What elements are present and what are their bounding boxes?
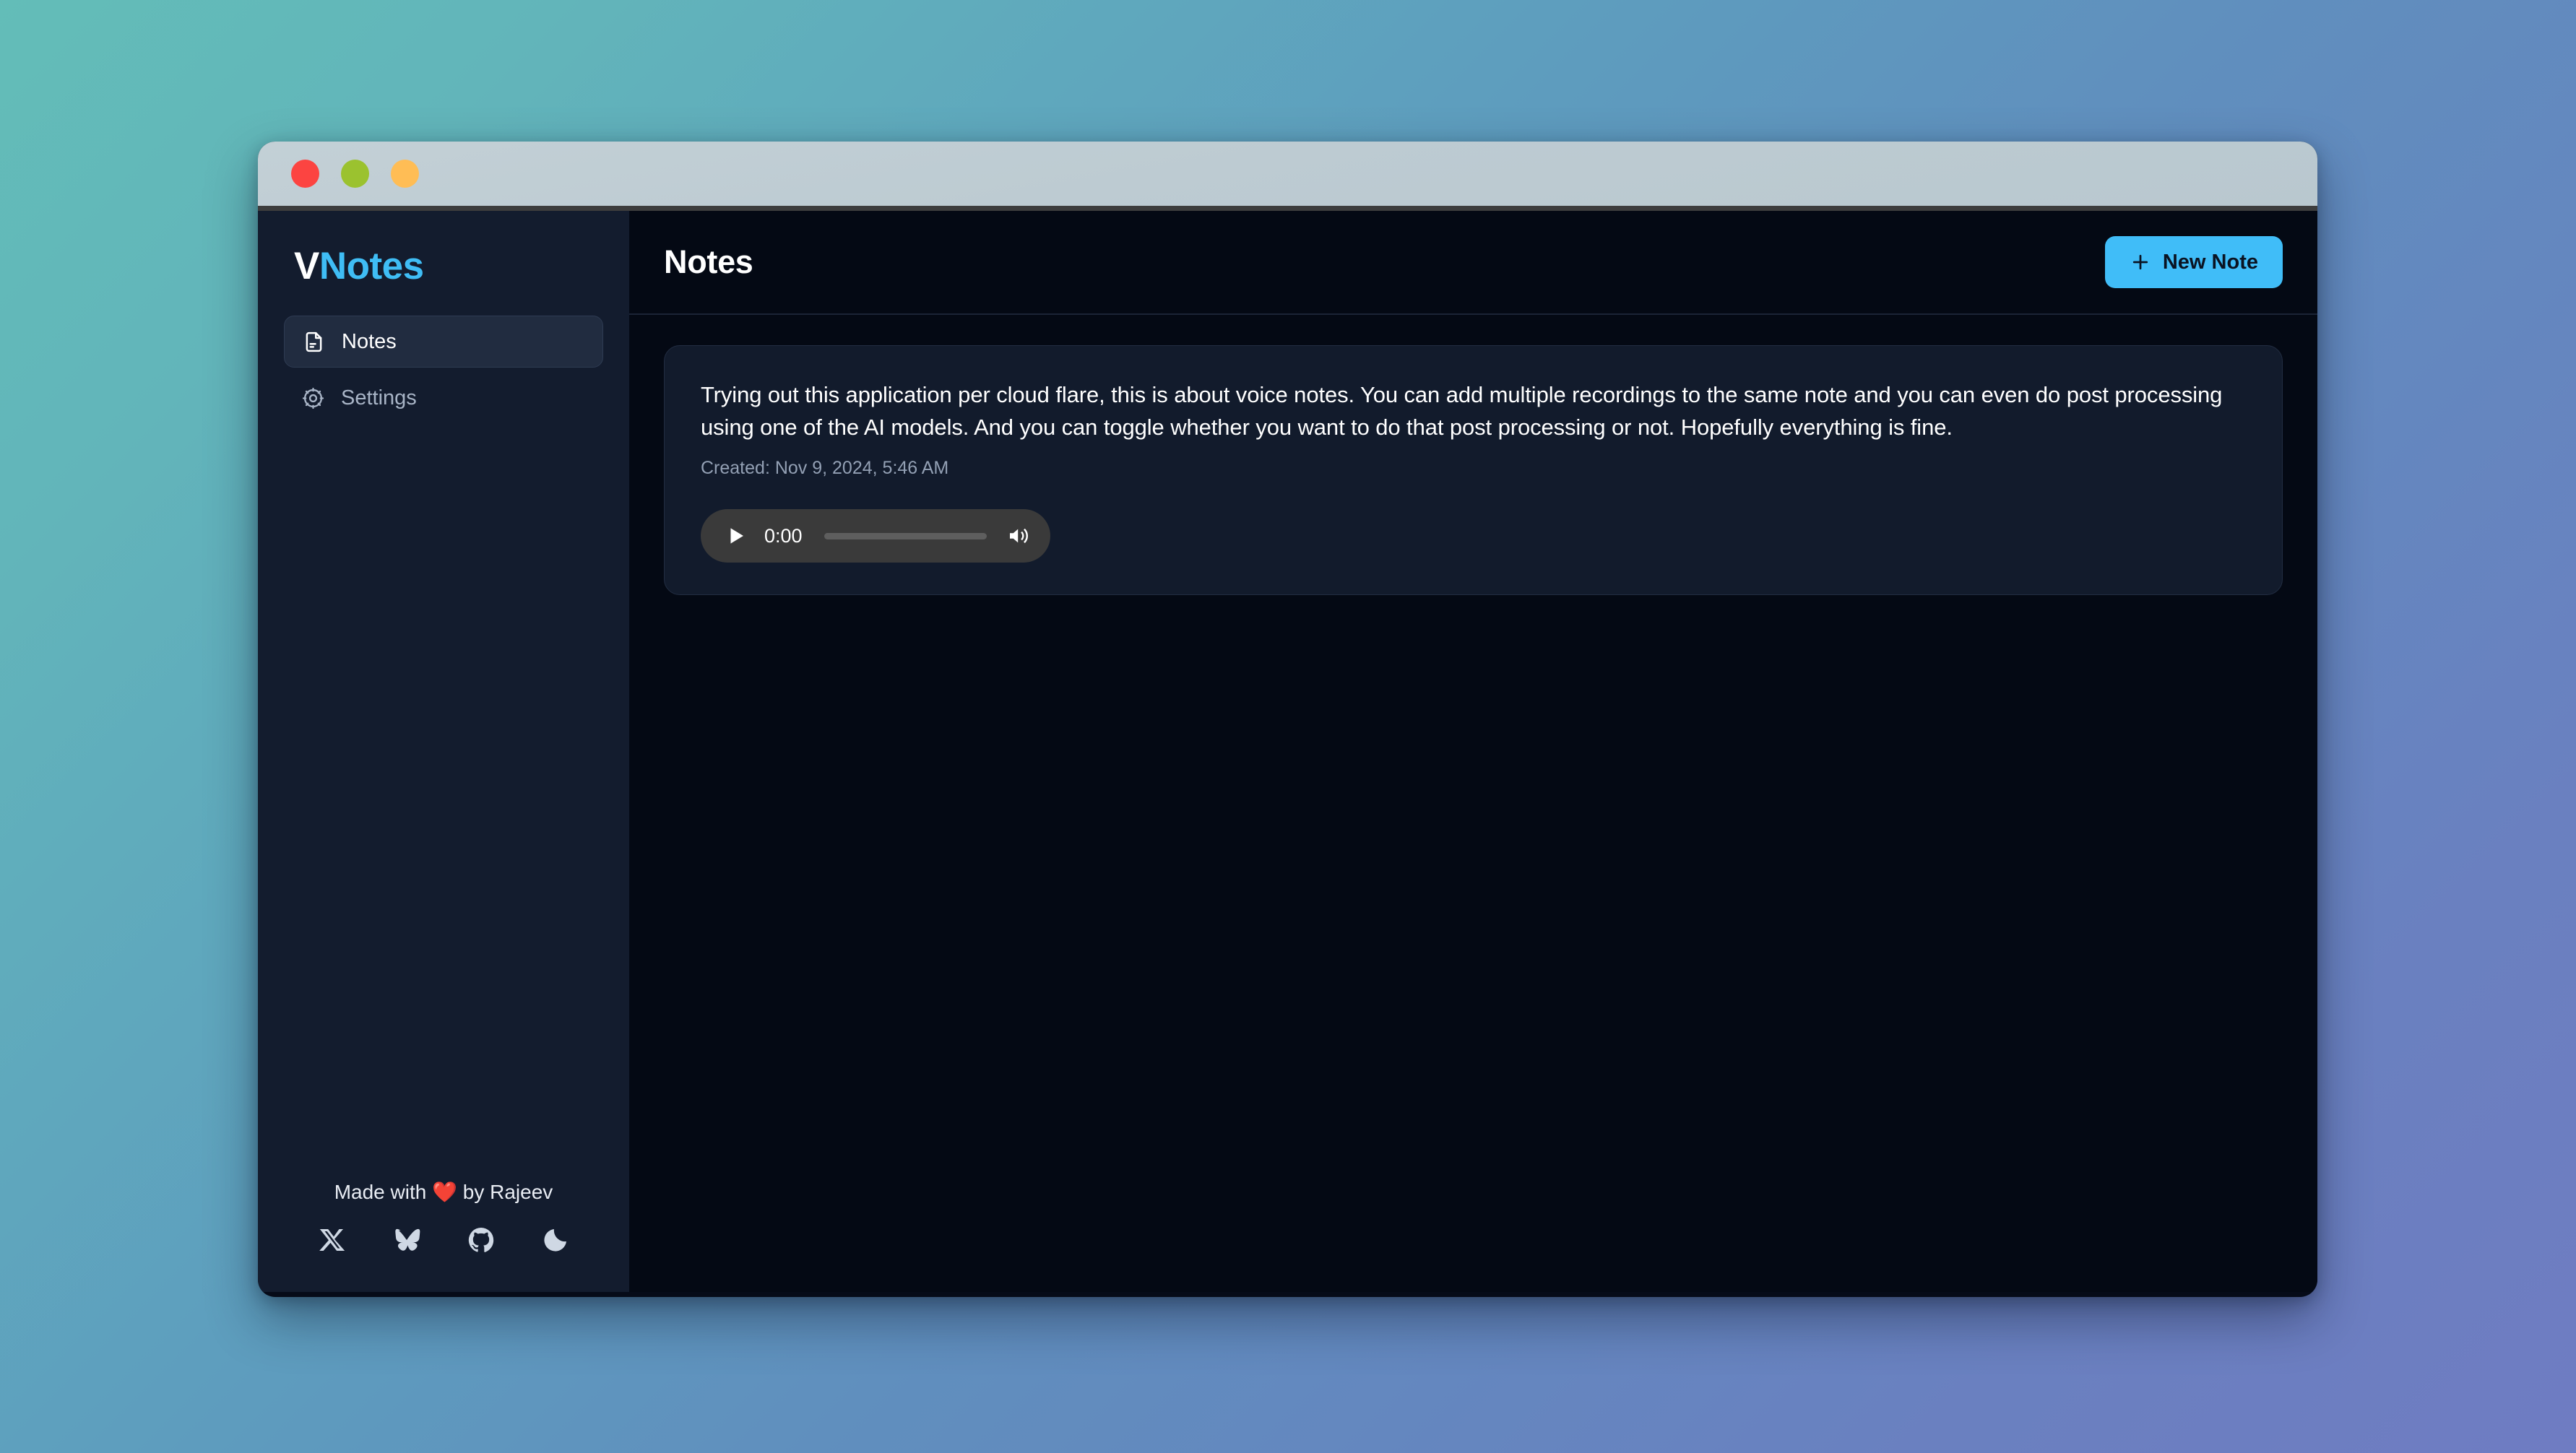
moon-icon[interactable] bbox=[541, 1226, 570, 1254]
notes-list: Trying out this application per cloud fl… bbox=[629, 315, 2317, 1292]
sidebar-item-notes[interactable]: Notes bbox=[284, 316, 603, 368]
app-brand: VNotes bbox=[284, 211, 603, 310]
brand-suffix: Notes bbox=[319, 245, 424, 287]
note-body-text: Trying out this application per cloud fl… bbox=[701, 382, 2223, 440]
social-links bbox=[318, 1226, 570, 1254]
close-window-button[interactable] bbox=[291, 160, 319, 188]
minimize-window-button[interactable] bbox=[341, 160, 369, 188]
page-title: Notes bbox=[664, 243, 753, 280]
plus-icon bbox=[2130, 251, 2151, 273]
audio-player: 0:00 bbox=[701, 509, 1050, 563]
bluesky-icon[interactable] bbox=[392, 1226, 421, 1254]
heart-icon: ❤️ bbox=[432, 1181, 457, 1203]
brand-prefix: V bbox=[294, 245, 319, 287]
audio-progress-slider[interactable] bbox=[824, 532, 987, 539]
main-header: Notes New Note bbox=[629, 211, 2317, 315]
new-note-button[interactable]: New Note bbox=[2104, 236, 2283, 288]
zoom-window-button[interactable] bbox=[391, 160, 419, 188]
play-icon[interactable] bbox=[725, 524, 747, 547]
made-with-credit: Made with ❤️ by Rajeev bbox=[334, 1180, 553, 1204]
audio-current-time: 0:00 bbox=[764, 524, 803, 547]
app-window: VNotes Notes Settings Made with ❤️ by Ra… bbox=[258, 142, 2317, 1297]
made-with-prefix: Made with bbox=[334, 1181, 433, 1203]
new-note-label: New Note bbox=[2162, 250, 2258, 274]
sidebar-nav: Notes Settings bbox=[284, 316, 603, 424]
traffic-light-group bbox=[291, 160, 419, 188]
note-created-timestamp: Created: Nov 9, 2024, 5:46 AM bbox=[701, 458, 949, 479]
github-icon[interactable] bbox=[467, 1226, 496, 1254]
sidebar-item-label: Settings bbox=[341, 386, 417, 409]
sidebar: VNotes Notes Settings Made with ❤️ by Ra… bbox=[258, 211, 629, 1292]
x-twitter-icon[interactable] bbox=[318, 1226, 347, 1254]
window-body: VNotes Notes Settings Made with ❤️ by Ra… bbox=[258, 211, 2317, 1292]
sidebar-item-settings[interactable]: Settings bbox=[284, 372, 603, 424]
note-card[interactable]: Trying out this application per cloud fl… bbox=[664, 345, 2283, 596]
made-with-suffix: by Rajeev bbox=[457, 1181, 553, 1203]
volume-icon[interactable] bbox=[1006, 524, 1032, 547]
window-titlebar bbox=[258, 142, 2317, 211]
main-content: Notes New Note Trying out this applicati… bbox=[629, 211, 2317, 1292]
document-icon bbox=[302, 330, 326, 354]
sidebar-item-label: Notes bbox=[342, 329, 397, 353]
sidebar-footer: Made with ❤️ by Rajeev bbox=[284, 1180, 603, 1292]
gear-icon bbox=[301, 386, 325, 410]
